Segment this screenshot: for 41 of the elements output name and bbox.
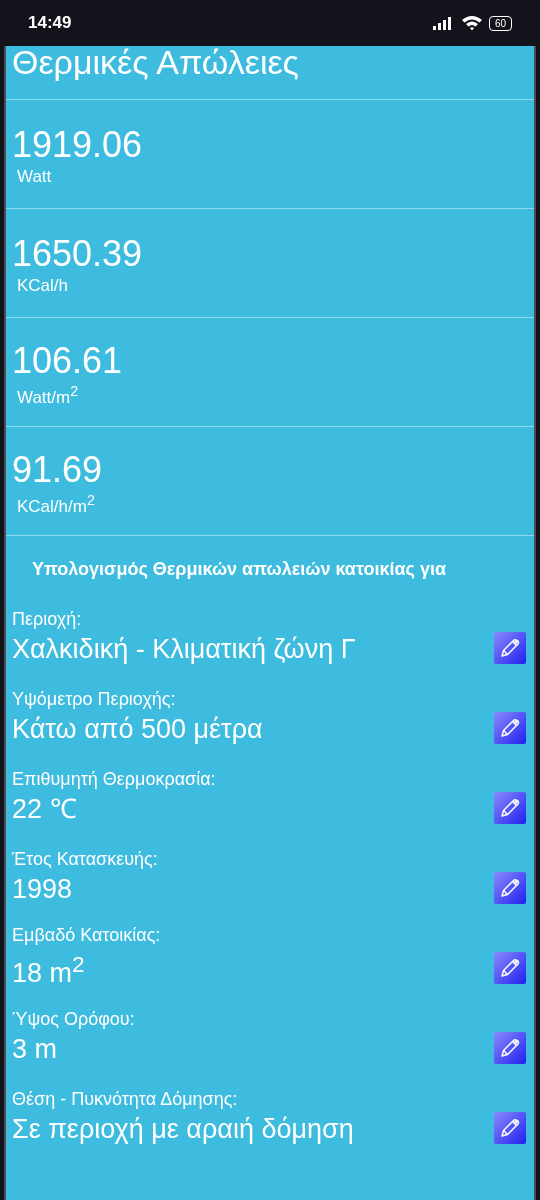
- wifi-icon: [460, 15, 483, 31]
- field-value: Κάτω από 500 μέτρα: [12, 713, 263, 746]
- field-value: 18 m$^{2}$: [12, 951, 86, 990]
- field-label: Υψόμετρο Περιοχής:: [12, 688, 177, 711]
- field-label: Έτος Κατασκευής:: [12, 848, 158, 871]
- result-value: 106.61: [12, 340, 124, 381]
- pencil-icon: [499, 717, 521, 739]
- field-label: Ύψος Ορόφου:: [12, 1008, 135, 1031]
- section-heading: Υπολογισμός Θερμικών απωλειών κατοικίας για: [32, 558, 447, 581]
- field-value: Χαλκιδική - Κλιματική ζώνη Γ: [12, 633, 356, 666]
- field-label: Περιοχή:: [12, 608, 83, 631]
- result-value: 1919.06: [12, 125, 144, 165]
- edit-button[interactable]: [494, 1032, 526, 1064]
- pencil-icon: [499, 877, 521, 899]
- result-unit: Watt/m$^{2}$: [17, 382, 80, 408]
- edit-button[interactable]: [494, 872, 526, 904]
- field-value: 3 m: [12, 1033, 58, 1066]
- edit-button[interactable]: [494, 952, 526, 984]
- field-value: Σε περιοχή με αραιή δόμηση: [12, 1113, 354, 1146]
- edit-button[interactable]: [494, 792, 526, 824]
- page-title: Θερμικές Απώλειες: [12, 46, 300, 80]
- edit-button[interactable]: [494, 632, 526, 664]
- result-unit: Watt: [17, 167, 53, 187]
- field-label: Θέση - Πυκνότητα Δόμησης:: [12, 1088, 239, 1111]
- field-value: 22 ℃: [12, 793, 78, 826]
- clock: 14:49: [28, 13, 72, 33]
- field-label: Επιθυμητή Θερμοκρασία:: [12, 768, 216, 791]
- pencil-icon: [499, 797, 521, 819]
- pencil-icon: [499, 957, 521, 979]
- pencil-icon: [499, 1117, 521, 1139]
- field-label: Εμβαδό Κατοικίας:: [12, 924, 161, 947]
- result-value: 1650.39: [12, 234, 144, 274]
- result-unit: KCal/h/m$^{2}$: [17, 491, 96, 517]
- result-value: 91.69: [12, 449, 104, 490]
- battery-icon: 60: [488, 15, 512, 31]
- edit-button[interactable]: [494, 712, 526, 744]
- result-unit: KCal/h: [17, 276, 70, 296]
- edit-button[interactable]: [494, 1112, 526, 1144]
- pencil-icon: [499, 1037, 521, 1059]
- pencil-icon: [499, 637, 521, 659]
- field-value: 1998: [12, 873, 74, 906]
